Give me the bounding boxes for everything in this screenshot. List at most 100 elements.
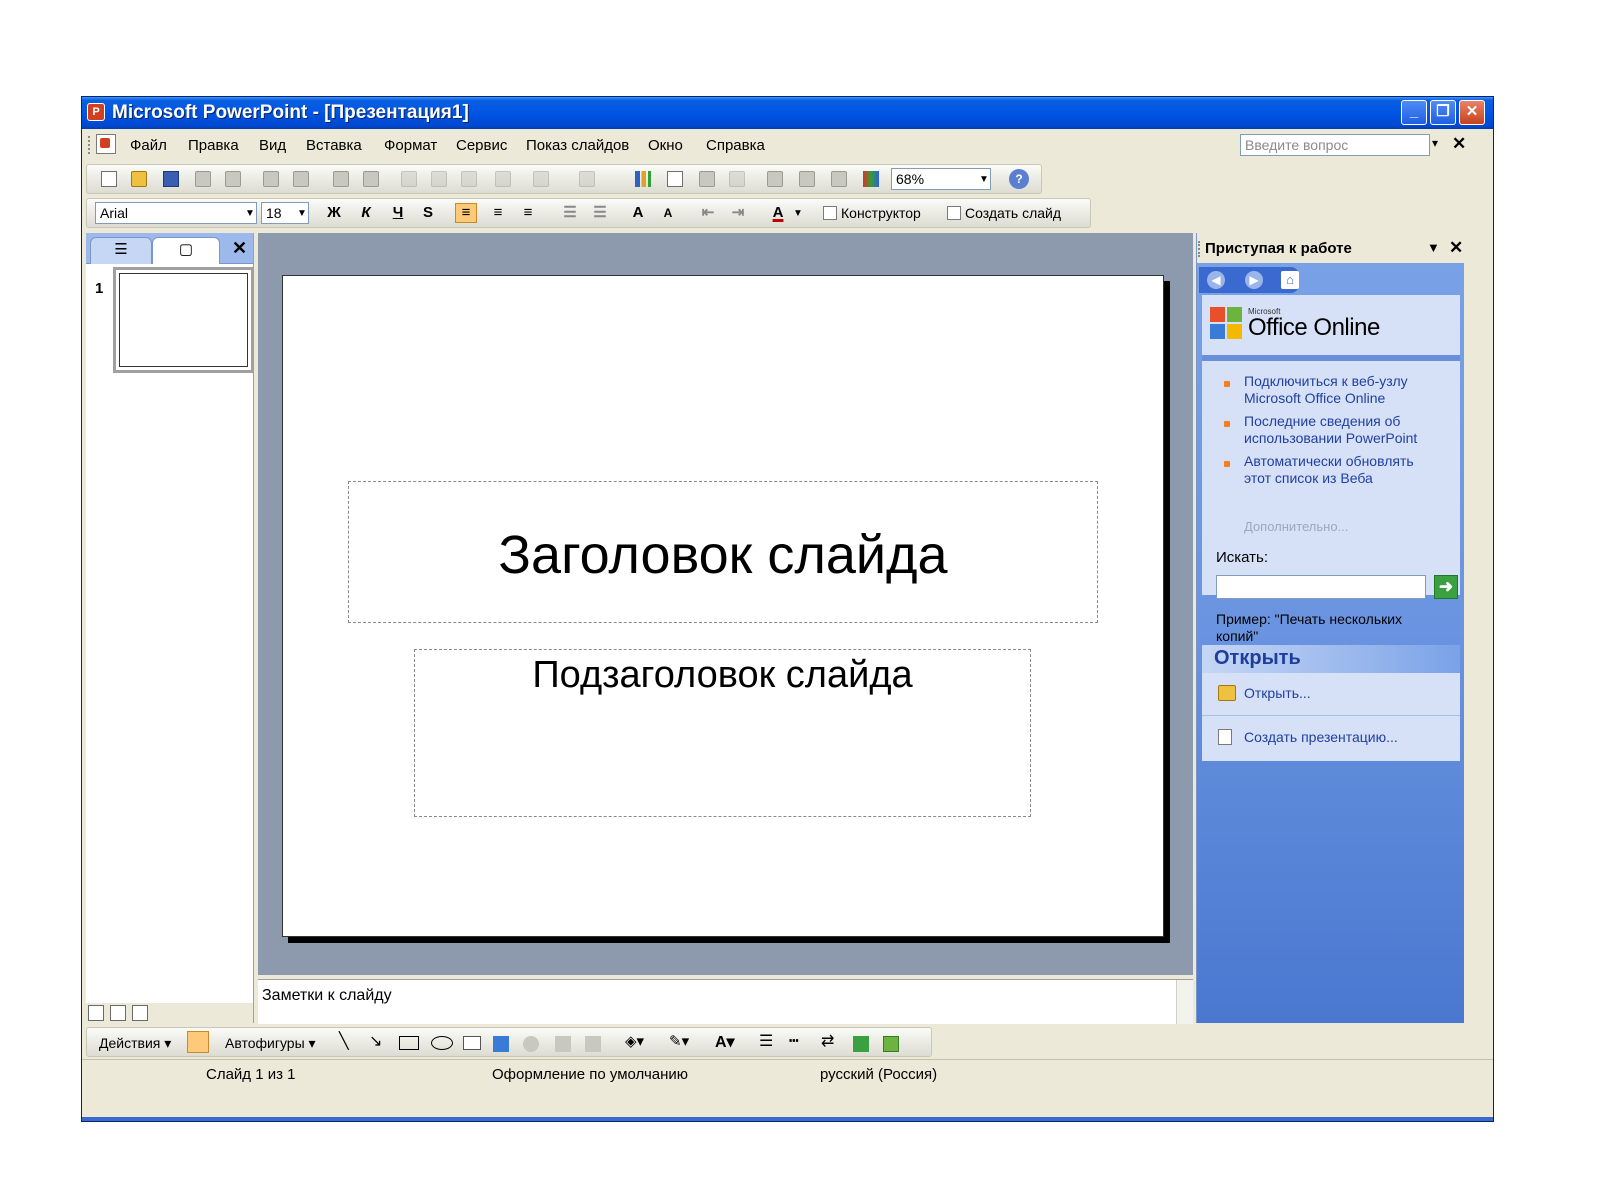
print-icon[interactable] xyxy=(263,171,279,187)
new-document-icon[interactable] xyxy=(101,171,117,187)
back-icon[interactable]: ◀ xyxy=(1207,271,1225,289)
close-pane-icon[interactable]: ✕ xyxy=(232,238,247,259)
textbox-icon[interactable] xyxy=(463,1036,481,1050)
open-presentation-link[interactable]: Открыть... xyxy=(1244,685,1311,701)
insert-table-icon[interactable] xyxy=(667,171,683,187)
decrease-font-button[interactable]: A xyxy=(657,203,679,223)
task-pane-menu-icon[interactable]: ▼ xyxy=(1427,240,1440,255)
increase-font-button[interactable]: A xyxy=(627,203,649,223)
fill-color-icon[interactable]: ◈▾ xyxy=(625,1032,644,1050)
create-presentation-link[interactable]: Создать презентацию... xyxy=(1244,729,1398,745)
minimize-button[interactable]: _ xyxy=(1401,100,1427,125)
line-icon[interactable]: ╲ xyxy=(339,1031,349,1051)
undo-icon[interactable] xyxy=(533,171,549,187)
search-input[interactable] xyxy=(1216,575,1426,599)
cut-icon[interactable] xyxy=(401,171,417,187)
spelling-icon[interactable] xyxy=(333,171,349,187)
3d-style-icon[interactable] xyxy=(883,1036,899,1052)
link-more[interactable]: Дополнительно... xyxy=(1244,519,1348,534)
arrow-style-icon[interactable]: ⇄ xyxy=(821,1031,834,1051)
rectangle-icon[interactable] xyxy=(399,1036,419,1050)
restore-button[interactable]: ❐ xyxy=(1430,100,1456,125)
bullets-button[interactable]: ☰ xyxy=(589,203,611,223)
tab-slides[interactable]: ▢ xyxy=(152,237,220,264)
wordart-icon[interactable] xyxy=(493,1036,509,1052)
link-connect-office-online[interactable]: Подключиться к веб-узлу Microsoft Office… xyxy=(1244,373,1444,407)
slide-sorter-view-icon[interactable] xyxy=(110,1005,126,1021)
designer-button[interactable]: Конструктор xyxy=(823,205,921,221)
normal-view-icon[interactable] xyxy=(88,1005,104,1021)
diagram-icon[interactable] xyxy=(523,1036,539,1052)
shadow-button[interactable]: S xyxy=(417,203,439,223)
slide-canvas[interactable]: Заголовок слайда Подзаголовок слайда xyxy=(282,275,1164,937)
title-placeholder[interactable]: Заголовок слайда xyxy=(348,481,1098,623)
forward-icon[interactable]: ▶ xyxy=(1245,271,1263,289)
save-icon[interactable] xyxy=(163,171,179,187)
slide-thumbnail[interactable] xyxy=(113,267,254,373)
link-auto-update[interactable]: Автоматически обновлять этот список из В… xyxy=(1244,453,1444,487)
bold-button[interactable]: Ж xyxy=(323,203,345,223)
new-slide-button[interactable]: Создать слайд xyxy=(947,205,1061,221)
show-formatting-icon[interactable] xyxy=(799,171,815,187)
powerpoint-app-icon[interactable]: P xyxy=(87,103,105,121)
search-go-icon[interactable]: ➜ xyxy=(1434,575,1458,599)
numbering-button[interactable]: ☰ xyxy=(559,203,581,223)
menu-window[interactable]: Окно xyxy=(648,137,683,154)
font-name-select[interactable]: Arial xyxy=(95,202,257,224)
tab-outline[interactable]: ☰ xyxy=(90,237,152,264)
document-icon[interactable] xyxy=(96,134,116,154)
menu-insert[interactable]: Вставка xyxy=(306,137,362,154)
dash-style-icon[interactable]: ┅ xyxy=(789,1031,799,1051)
font-color-icon[interactable]: A▾ xyxy=(715,1032,735,1052)
tables-borders-icon[interactable] xyxy=(699,171,715,187)
increase-indent-button[interactable]: ⇥ xyxy=(727,203,749,223)
grid-icon[interactable] xyxy=(831,171,847,187)
toolbar-grip-icon[interactable] xyxy=(88,136,93,154)
link-latest-news[interactable]: Последние сведения об использовании Powe… xyxy=(1244,413,1444,447)
insert-chart-icon[interactable] xyxy=(635,171,651,187)
align-right-button[interactable]: ≡ xyxy=(517,203,539,223)
help-icon[interactable]: ? xyxy=(1009,169,1029,189)
open-folder-icon[interactable] xyxy=(131,171,147,187)
title-bar[interactable]: P Microsoft PowerPoint - [Презентация1] … xyxy=(82,97,1493,129)
format-painter-icon[interactable] xyxy=(495,171,511,187)
copy-icon[interactable] xyxy=(431,171,447,187)
home-icon[interactable]: ⌂ xyxy=(1281,271,1299,289)
notes-pane[interactable]: Заметки к слайду xyxy=(258,979,1193,1024)
permission-icon[interactable] xyxy=(195,171,211,187)
menu-format[interactable]: Формат xyxy=(384,137,437,154)
picture-icon[interactable] xyxy=(585,1036,601,1052)
close-document-icon[interactable]: ✕ xyxy=(1452,134,1466,154)
email-icon[interactable] xyxy=(225,171,241,187)
color-grayscale-icon[interactable] xyxy=(863,171,879,187)
menu-slideshow[interactable]: Показ слайдов xyxy=(526,137,629,154)
menu-view[interactable]: Вид xyxy=(259,137,286,154)
menu-file[interactable]: Файл xyxy=(130,137,167,154)
autoshapes-menu[interactable]: Автофигуры ▾ xyxy=(225,1035,316,1052)
expand-all-icon[interactable] xyxy=(767,171,783,187)
align-left-button[interactable]: ≡ xyxy=(455,203,477,223)
subtitle-placeholder[interactable]: Подзаголовок слайда xyxy=(414,649,1031,817)
font-color-button[interactable]: A xyxy=(767,203,789,223)
shadow-style-icon[interactable] xyxy=(853,1036,869,1052)
clipart-icon[interactable] xyxy=(555,1036,571,1052)
actions-menu[interactable]: Действия ▾ xyxy=(99,1035,171,1052)
arrow-icon[interactable]: ↘ xyxy=(369,1031,382,1051)
notes-scrollbar[interactable] xyxy=(1176,980,1193,1024)
decrease-indent-button[interactable]: ⇤ xyxy=(697,203,719,223)
ask-question-input[interactable]: Введите вопрос xyxy=(1240,134,1430,156)
select-pointer-icon[interactable] xyxy=(187,1031,209,1053)
menu-edit[interactable]: Правка xyxy=(188,137,239,154)
align-center-button[interactable]: ≡ xyxy=(487,203,509,223)
zoom-dropdown-icon[interactable]: ▼ xyxy=(979,174,989,185)
line-style-icon[interactable]: ☰ xyxy=(759,1031,773,1051)
zoom-select[interactable]: 68% xyxy=(891,168,991,190)
line-color-icon[interactable]: ✎▾ xyxy=(669,1032,689,1050)
task-pane-grip-icon[interactable] xyxy=(1198,241,1200,257)
menu-help[interactable]: Справка xyxy=(706,137,765,154)
slideshow-view-icon[interactable] xyxy=(132,1005,148,1021)
ask-dropdown-icon[interactable]: ▾ xyxy=(1432,136,1438,150)
underline-button[interactable]: Ч xyxy=(387,203,409,223)
print-preview-icon[interactable] xyxy=(293,171,309,187)
research-icon[interactable] xyxy=(363,171,379,187)
